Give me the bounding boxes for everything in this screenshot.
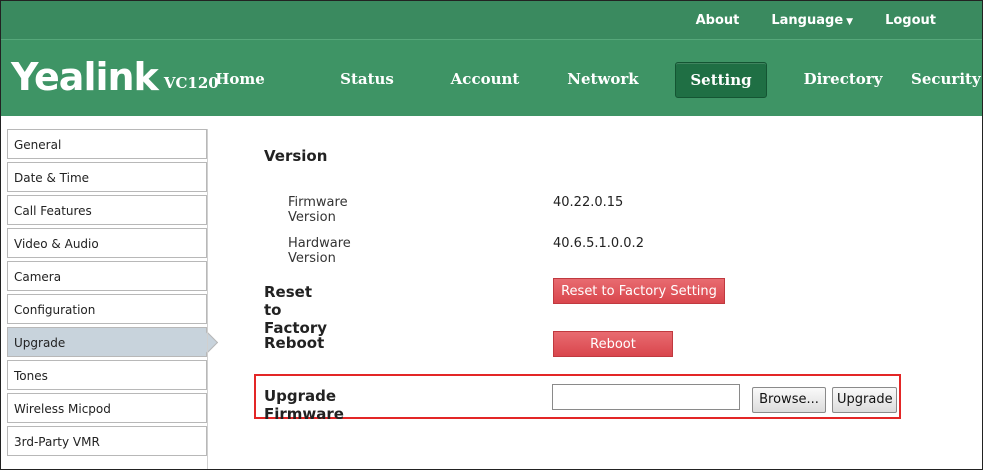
yealink-logo: Yealink VC120 [11,54,219,100]
hardware-version-label: Hardware Version [288,236,351,266]
upgrade-button[interactable]: Upgrade [832,387,897,413]
about-link[interactable]: About [680,13,756,28]
language-menu[interactable]: Language ▼ [755,13,869,28]
sidebar-item-video-audio[interactable]: Video & Audio [7,228,207,258]
section-title-version: Version [264,147,328,165]
reboot-button[interactable]: Reboot [553,331,673,357]
logo-wordmark: Yealink [11,55,159,99]
firmware-version-value: 40.22.0.15 [553,195,624,210]
sidebar-item-configuration[interactable]: Configuration [7,294,207,324]
sidebar-item-tones[interactable]: Tones [7,360,207,390]
tab-status[interactable]: Status [331,62,403,96]
tab-directory[interactable]: Directory [795,62,891,96]
tab-setting[interactable]: Setting [675,62,767,98]
settings-sidebar: General Date & Time Call Features Video … [7,129,207,459]
section-title-reboot: Reboot [264,334,325,352]
logout-link[interactable]: Logout [869,13,952,28]
section-title-reset: Reset to Factory [264,283,328,337]
top-utility-bar: About Language ▼ Logout [1,1,982,39]
top-links: About Language ▼ Logout [680,1,952,39]
browser-frame: About Language ▼ Logout Yealink VC120 Hom… [0,0,983,470]
language-label: Language [771,12,844,28]
tab-security[interactable]: Security [911,62,982,96]
browse-button[interactable]: Browse... [752,387,826,413]
sidebar-item-general[interactable]: General [7,129,207,159]
tab-network[interactable]: Network [557,62,649,96]
reset-to-factory-button[interactable]: Reset to Factory Setting [553,278,725,304]
section-title-upgrade-firmware: Upgrade Firmware [264,387,344,423]
sidebar-divider [207,129,208,469]
sidebar-item-wireless-micpod[interactable]: Wireless Micpod [7,393,207,423]
tab-home[interactable]: Home [209,62,271,96]
sidebar-item-3rd-party-vmr[interactable]: 3rd-Party VMR [7,426,207,456]
main-navbar: Yealink VC120 Home Status Account Networ… [1,39,982,116]
sidebar-item-date-time[interactable]: Date & Time [7,162,207,192]
sidebar-item-call-features[interactable]: Call Features [7,195,207,225]
sidebar-item-camera[interactable]: Camera [7,261,207,291]
sidebar-item-upgrade[interactable]: Upgrade [7,327,207,357]
firmware-version-label: Firmware Version [288,195,348,225]
firmware-file-input[interactable] [552,384,740,410]
tab-account[interactable]: Account [441,62,529,96]
hardware-version-value: 40.6.5.1.0.0.2 [553,236,644,251]
chevron-down-icon: ▼ [846,16,854,27]
